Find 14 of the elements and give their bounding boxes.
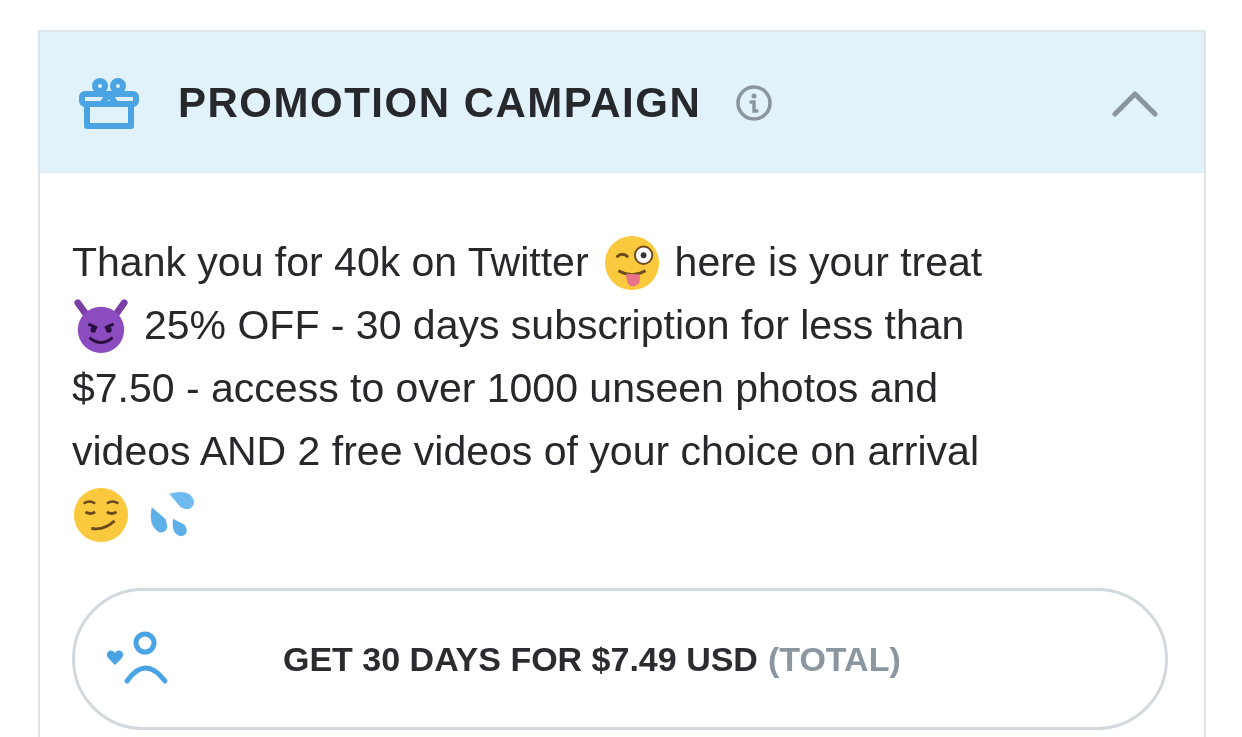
person-heart-icon <box>105 631 169 687</box>
chevron-icon <box>1112 88 1158 117</box>
subscribe-button[interactable]: GET 30 DAYS FOR $7.49 USD (TOTAL) <box>72 588 1168 730</box>
message-text: Thank you for 40k on Twitter <box>72 238 589 287</box>
message-text: $7.50 - access to over 1000 unseen photos and <box>72 364 939 413</box>
winking-tongue-face-icon <box>602 233 661 292</box>
devil-face-icon <box>72 296 130 355</box>
panel-title: PROMOTION CAMPAIGN <box>178 78 702 127</box>
collapse-toggle[interactable] <box>1112 88 1158 117</box>
message-text: videos AND 2 free videos of your choice on arrival <box>72 427 979 476</box>
message-text: here is your treat <box>674 238 983 287</box>
info-icon[interactable] <box>735 83 774 122</box>
smirking-face-icon <box>72 485 130 544</box>
message-text: 25% OFF - 30 days subscription for less than <box>144 301 965 350</box>
